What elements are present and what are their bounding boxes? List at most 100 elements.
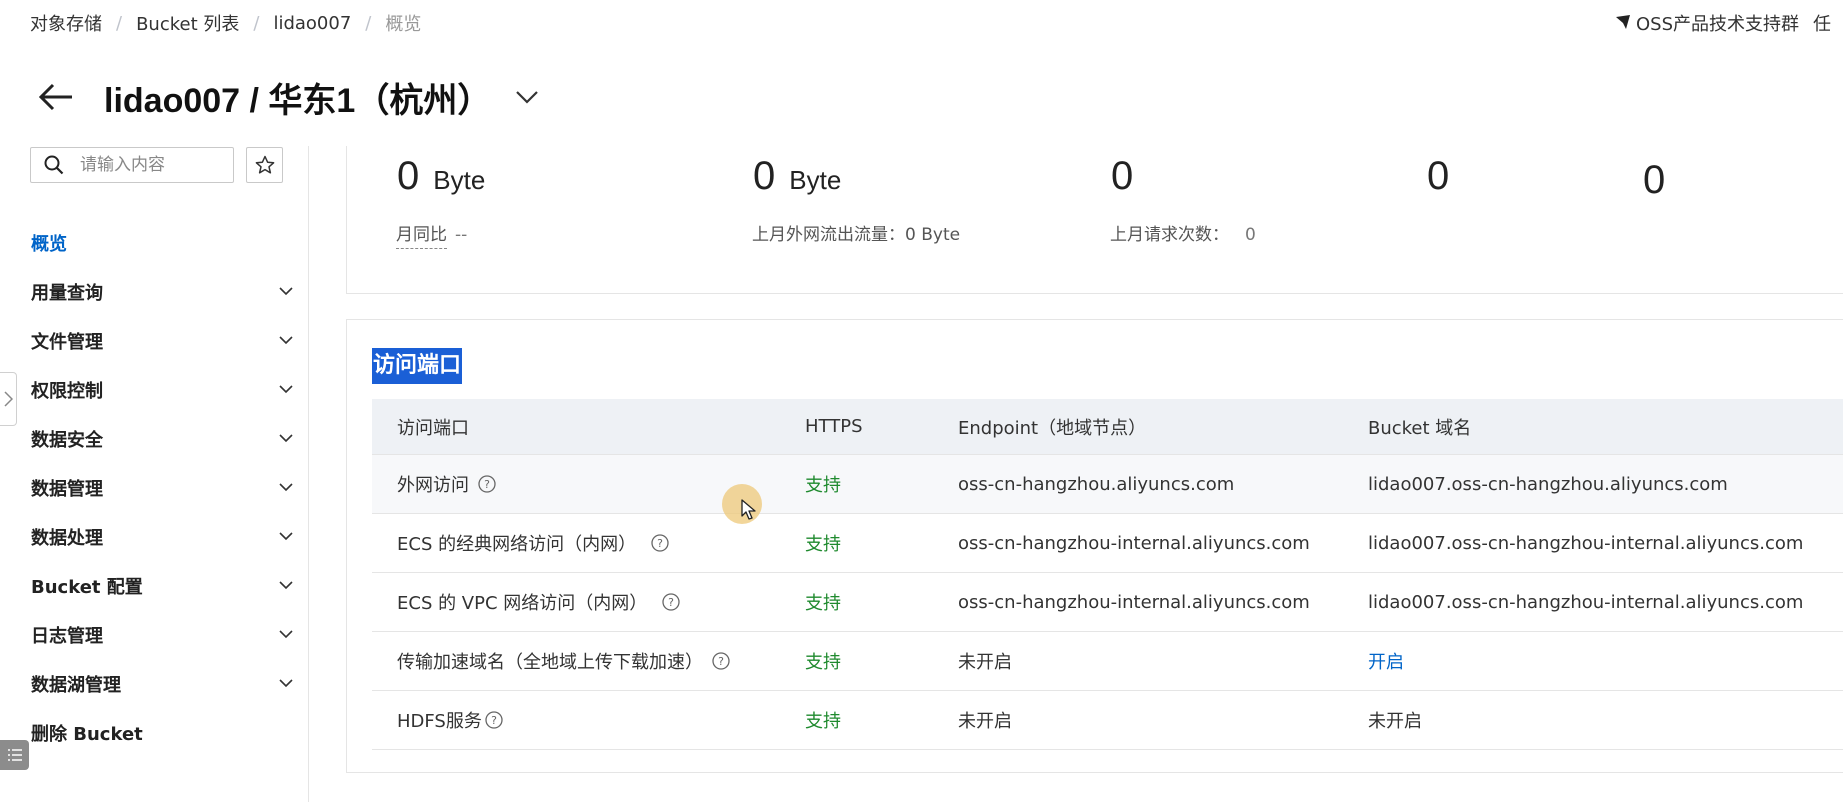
- https-support: 支持: [805, 652, 841, 673]
- outline-toggle[interactable]: [0, 740, 29, 770]
- sidebar-item-data-lake[interactable]: 数据湖管理: [0, 659, 309, 708]
- https-support: 支持: [805, 593, 841, 614]
- stat-value: 0: [397, 154, 420, 198]
- support-group-link[interactable]: OSS产品技术支持群 任: [1615, 10, 1831, 36]
- endpoint-value: 未开启: [958, 652, 1012, 673]
- svg-text:?: ?: [718, 655, 724, 668]
- stats-card: 0 Byte 0 Byte 0 0 0: [346, 146, 1843, 294]
- stat-sub-mom: 月同比 --: [396, 220, 468, 249]
- sidebar-item-label: Bucket 配置: [31, 576, 143, 598]
- breadcrumb-separator: /: [116, 12, 123, 34]
- stat-sub-value: 0 Byte: [905, 225, 961, 245]
- https-support: 支持: [805, 534, 841, 555]
- chevron-down-icon: [275, 428, 297, 450]
- help-icon[interactable]: ?: [711, 651, 731, 671]
- endpoint-value: oss-cn-hangzhou-internal.aliyuncs.com: [958, 591, 1310, 613]
- sidebar-item-label: 文件管理: [31, 331, 103, 353]
- table-cell: 传输加速域名（全地域上传下载加速） ?: [372, 648, 805, 674]
- sidebar-item-delete-bucket[interactable]: 删除 Bucket: [0, 708, 309, 757]
- chevron-down-icon: [275, 673, 297, 695]
- help-icon[interactable]: ?: [661, 592, 681, 612]
- bucket-domain: lidao007.oss-cn-hangzhou-internal.aliyun…: [1368, 532, 1804, 554]
- access-endpoint-card: 访问端口 访问端口 HTTPS Endpoint（地域节点） Bucket 域名…: [346, 319, 1843, 773]
- stat-requests: 0: [1111, 154, 1133, 199]
- breadcrumb-separator: /: [253, 12, 260, 34]
- sidebar-item-label: 权限控制: [31, 380, 103, 402]
- stat-sub-value: --: [455, 225, 468, 245]
- sidebar-item-label: 数据管理: [31, 478, 103, 500]
- section-title: 访问端口: [372, 348, 463, 384]
- table-header: 访问端口 HTTPS Endpoint（地域节点） Bucket 域名: [372, 399, 1843, 455]
- table-row: 外网访问 ? 支持 oss-cn-hangzhou.aliyuncs.com l…: [372, 455, 1843, 514]
- chevron-down-icon: [275, 379, 297, 401]
- stat-sub-traffic: 上月外网流出流量：0 Byte: [752, 220, 960, 245]
- stat-traffic: 0 Byte: [753, 154, 841, 199]
- stat-sub-requests: 上月请求次数： 0: [1110, 220, 1256, 245]
- sidebar-item-files[interactable]: 文件管理: [0, 316, 309, 365]
- support-group-label: OSS产品技术支持群: [1635, 14, 1799, 35]
- endpoint-table: 访问端口 HTTPS Endpoint（地域节点） Bucket 域名 外网访问…: [372, 399, 1843, 750]
- sidebar-item-usage[interactable]: 用量查询: [0, 267, 309, 316]
- stat-sub-label: 上月请求次数：: [1110, 225, 1229, 245]
- sidebar-item-logs[interactable]: 日志管理: [0, 610, 309, 659]
- chevron-down-icon: [275, 330, 297, 352]
- stat-count-b: 0: [1643, 158, 1665, 203]
- https-support: 支持: [805, 475, 841, 496]
- help-icon[interactable]: ?: [477, 474, 497, 494]
- endpoint-name: ECS 的 VPC 网络访问（内网）: [397, 593, 648, 614]
- endpoint-name: 外网访问: [397, 475, 469, 496]
- stat-sub-label: 上月外网流出流量：: [752, 225, 905, 245]
- table-row: HDFS服务 ? 支持 未开启 未开启: [372, 691, 1843, 750]
- sidebar-item-label: 数据安全: [31, 429, 103, 451]
- chevron-down-icon[interactable]: [515, 90, 539, 104]
- stat-unit: Byte: [789, 165, 842, 195]
- help-icon[interactable]: ?: [650, 533, 670, 553]
- stat-count-a: 0: [1427, 154, 1449, 199]
- sidebar-item-bucket-config[interactable]: Bucket 配置: [0, 561, 309, 610]
- breadcrumb-item-oss[interactable]: 对象存储: [30, 10, 102, 36]
- search-input[interactable]: [80, 155, 230, 175]
- enable-acceleration-link[interactable]: 开启: [1368, 648, 1843, 674]
- sidebar-item-permissions[interactable]: 权限控制: [0, 365, 309, 414]
- table-row: ECS 的经典网络访问（内网） ? 支持 oss-cn-hangzhou-int…: [372, 514, 1843, 573]
- chevron-down-icon: [275, 281, 297, 303]
- endpoint-value: oss-cn-hangzhou.aliyuncs.com: [958, 473, 1235, 495]
- top-bar: 对象存储 / Bucket 列表 / lidao007 / 概览 OSS产品技术…: [0, 0, 1843, 44]
- endpoint-name: HDFS服务: [397, 711, 482, 732]
- support-extra-label: 任: [1813, 14, 1831, 35]
- chevron-down-icon: [275, 575, 297, 597]
- back-arrow-icon[interactable]: [36, 77, 76, 117]
- send-icon: [1615, 13, 1630, 34]
- sidebar-item-data-management[interactable]: 数据管理: [0, 463, 309, 512]
- sidebar-item-label: 删除 Bucket: [31, 723, 143, 745]
- stat-value: 0: [753, 154, 776, 198]
- breadcrumb: 对象存储 / Bucket 列表 / lidao007 / 概览: [30, 10, 421, 36]
- stat-unit: Byte: [433, 165, 486, 195]
- column-header: Bucket 域名: [1368, 417, 1472, 439]
- sidebar-item-data-processing[interactable]: 数据处理: [0, 512, 309, 561]
- stat-sub-label[interactable]: 月同比: [396, 225, 447, 249]
- page-title: lidao007 / 华东1（杭州）: [104, 81, 492, 120]
- column-header: Endpoint（地域节点）: [958, 417, 1147, 439]
- favorite-button[interactable]: [246, 147, 283, 183]
- breadcrumb-item-bucket-list[interactable]: Bucket 列表: [136, 10, 239, 36]
- list-icon: [7, 749, 22, 761]
- sidebar-nav: 概览 用量查询 文件管理 权限控制 数据安全 数据管理 数据处理 Bucket …: [0, 218, 309, 757]
- svg-text:?: ?: [491, 714, 497, 727]
- sidebar-item-data-security[interactable]: 数据安全: [0, 414, 309, 463]
- page-header: lidao007 / 华东1（杭州）: [36, 70, 539, 124]
- sidebar-search[interactable]: [30, 147, 234, 183]
- sidebar-item-label: 概览: [31, 233, 67, 255]
- chevron-down-icon: [275, 477, 297, 499]
- help-icon[interactable]: ?: [484, 710, 504, 730]
- column-header: HTTPS: [805, 416, 863, 437]
- https-support: 支持: [805, 711, 841, 732]
- stat-value: 0: [1643, 158, 1666, 202]
- breadcrumb-item-bucket[interactable]: lidao007: [273, 13, 351, 34]
- table-row: 传输加速域名（全地域上传下载加速） ? 支持 未开启 开启: [372, 632, 1843, 691]
- stat-sub-value: 0: [1245, 225, 1256, 245]
- endpoint-value: oss-cn-hangzhou-internal.aliyuncs.com: [958, 532, 1310, 554]
- svg-text:?: ?: [657, 537, 663, 550]
- sidebar-collapse-toggle[interactable]: [0, 372, 17, 426]
- sidebar-item-overview[interactable]: 概览: [0, 218, 309, 267]
